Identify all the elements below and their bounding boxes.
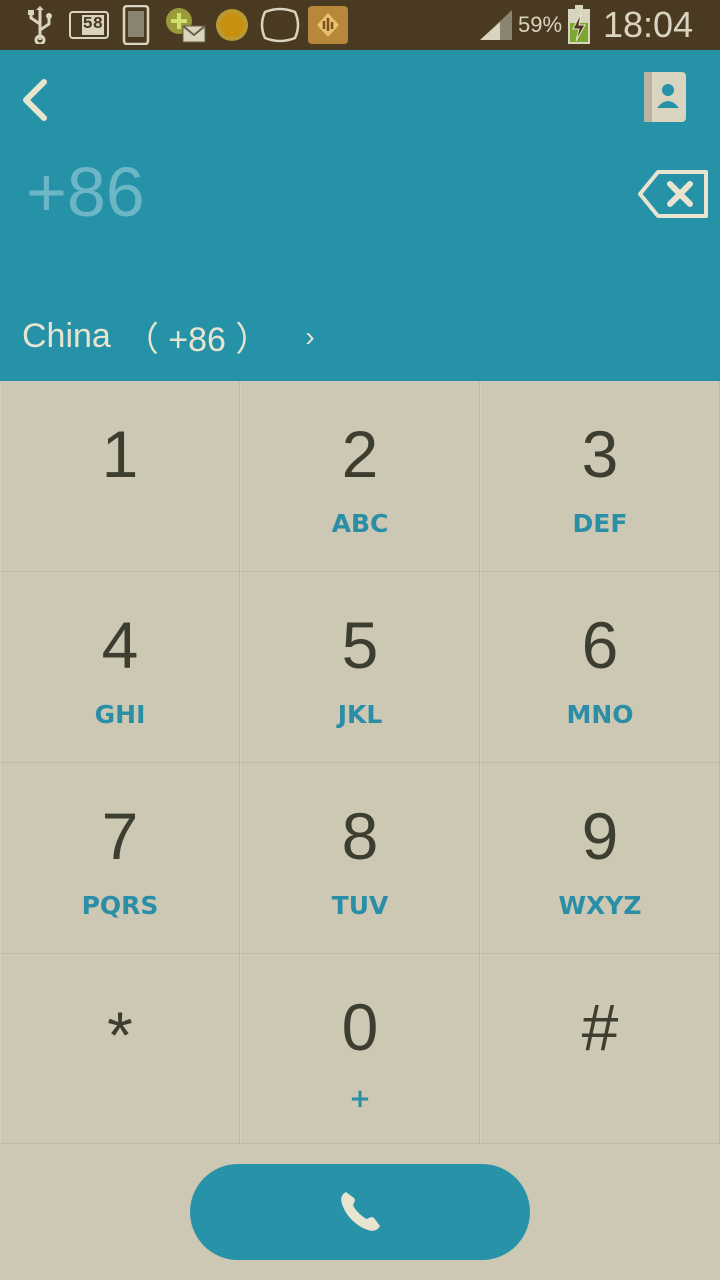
key-letters: JKL [337,700,383,729]
key-digit: 3 [581,417,619,491]
key-0[interactable]: 0 + [240,954,480,1144]
battery-charging-icon [566,5,592,44]
key-digit: 2 [341,417,379,491]
key-digit: # [581,990,619,1064]
chat-bubble-icon [259,6,301,44]
key-letters: TUV [331,891,389,920]
key-letters: DEF [572,509,628,538]
status-bar: 58 59% 18:04 [0,0,720,50]
key-2[interactable]: 2 ABC [240,381,480,572]
phone-icon [120,5,152,45]
key-digit: 5 [341,608,379,682]
key-digit: 4 [101,608,139,682]
key-3[interactable]: 3 DEF [480,381,720,572]
key-digit: 6 [581,608,619,682]
keypad: 1 2 ABC 3 DEF 4 GHI 5 JKL 6 MNO 7 PQRS 8 TUV 9 WXYZ * 0 + # [0,381,720,1144]
key-digit: 9 [581,799,619,873]
signal-icon [478,6,514,44]
key-letters: + [349,1084,371,1114]
dialer-header: +86 China （ +86 ） › [0,50,720,381]
sun-icon [214,6,250,44]
usb-icon [24,6,56,44]
music-app-icon [307,6,349,44]
key-9[interactable]: 9 WXYZ [480,763,720,954]
key-5[interactable]: 5 JKL [240,572,480,763]
dialed-number: +86 [26,153,145,231]
key-8[interactable]: 8 TUV [240,763,480,954]
key-digit: * [107,998,133,1072]
app-mail-icon [163,6,207,44]
back-arrow-icon [23,79,47,121]
country-code: （ +86 ） [124,321,270,359]
key-letters: WXYZ [558,891,642,920]
clock: 18:04 [603,4,694,45]
key-letters: MNO [566,700,634,729]
key-4[interactable]: 4 GHI [0,572,240,763]
contacts-book-icon [644,72,686,122]
key-digit: 8 [341,799,379,873]
contacts-button[interactable] [636,68,694,128]
call-button[interactable] [190,1164,530,1260]
phone-call-icon [341,1192,380,1231]
key-hash[interactable]: # [480,954,720,1144]
key-letters: PQRS [81,891,159,920]
country-selector[interactable]: China （ +86 ） › [22,312,315,361]
key-6[interactable]: 6 MNO [480,572,720,763]
key-digit: 0 [341,990,379,1064]
backspace-icon [638,170,708,218]
key-7[interactable]: 7 PQRS [0,763,240,954]
battery-percent: 59% [518,12,563,37]
key-digit: 1 [101,417,139,491]
notification-badge: 58 [81,15,104,35]
key-letters: ABC [331,509,389,538]
backspace-button[interactable] [636,166,710,226]
key-letters: GHI [94,700,146,729]
sim-badge-icon: 58 [68,6,110,44]
chevron-right-icon: › [305,320,315,352]
key-1[interactable]: 1 [0,381,240,572]
country-name: China [22,317,111,355]
key-star[interactable]: * [0,954,240,1144]
key-digit: 7 [101,799,139,873]
back-button[interactable] [12,72,62,128]
